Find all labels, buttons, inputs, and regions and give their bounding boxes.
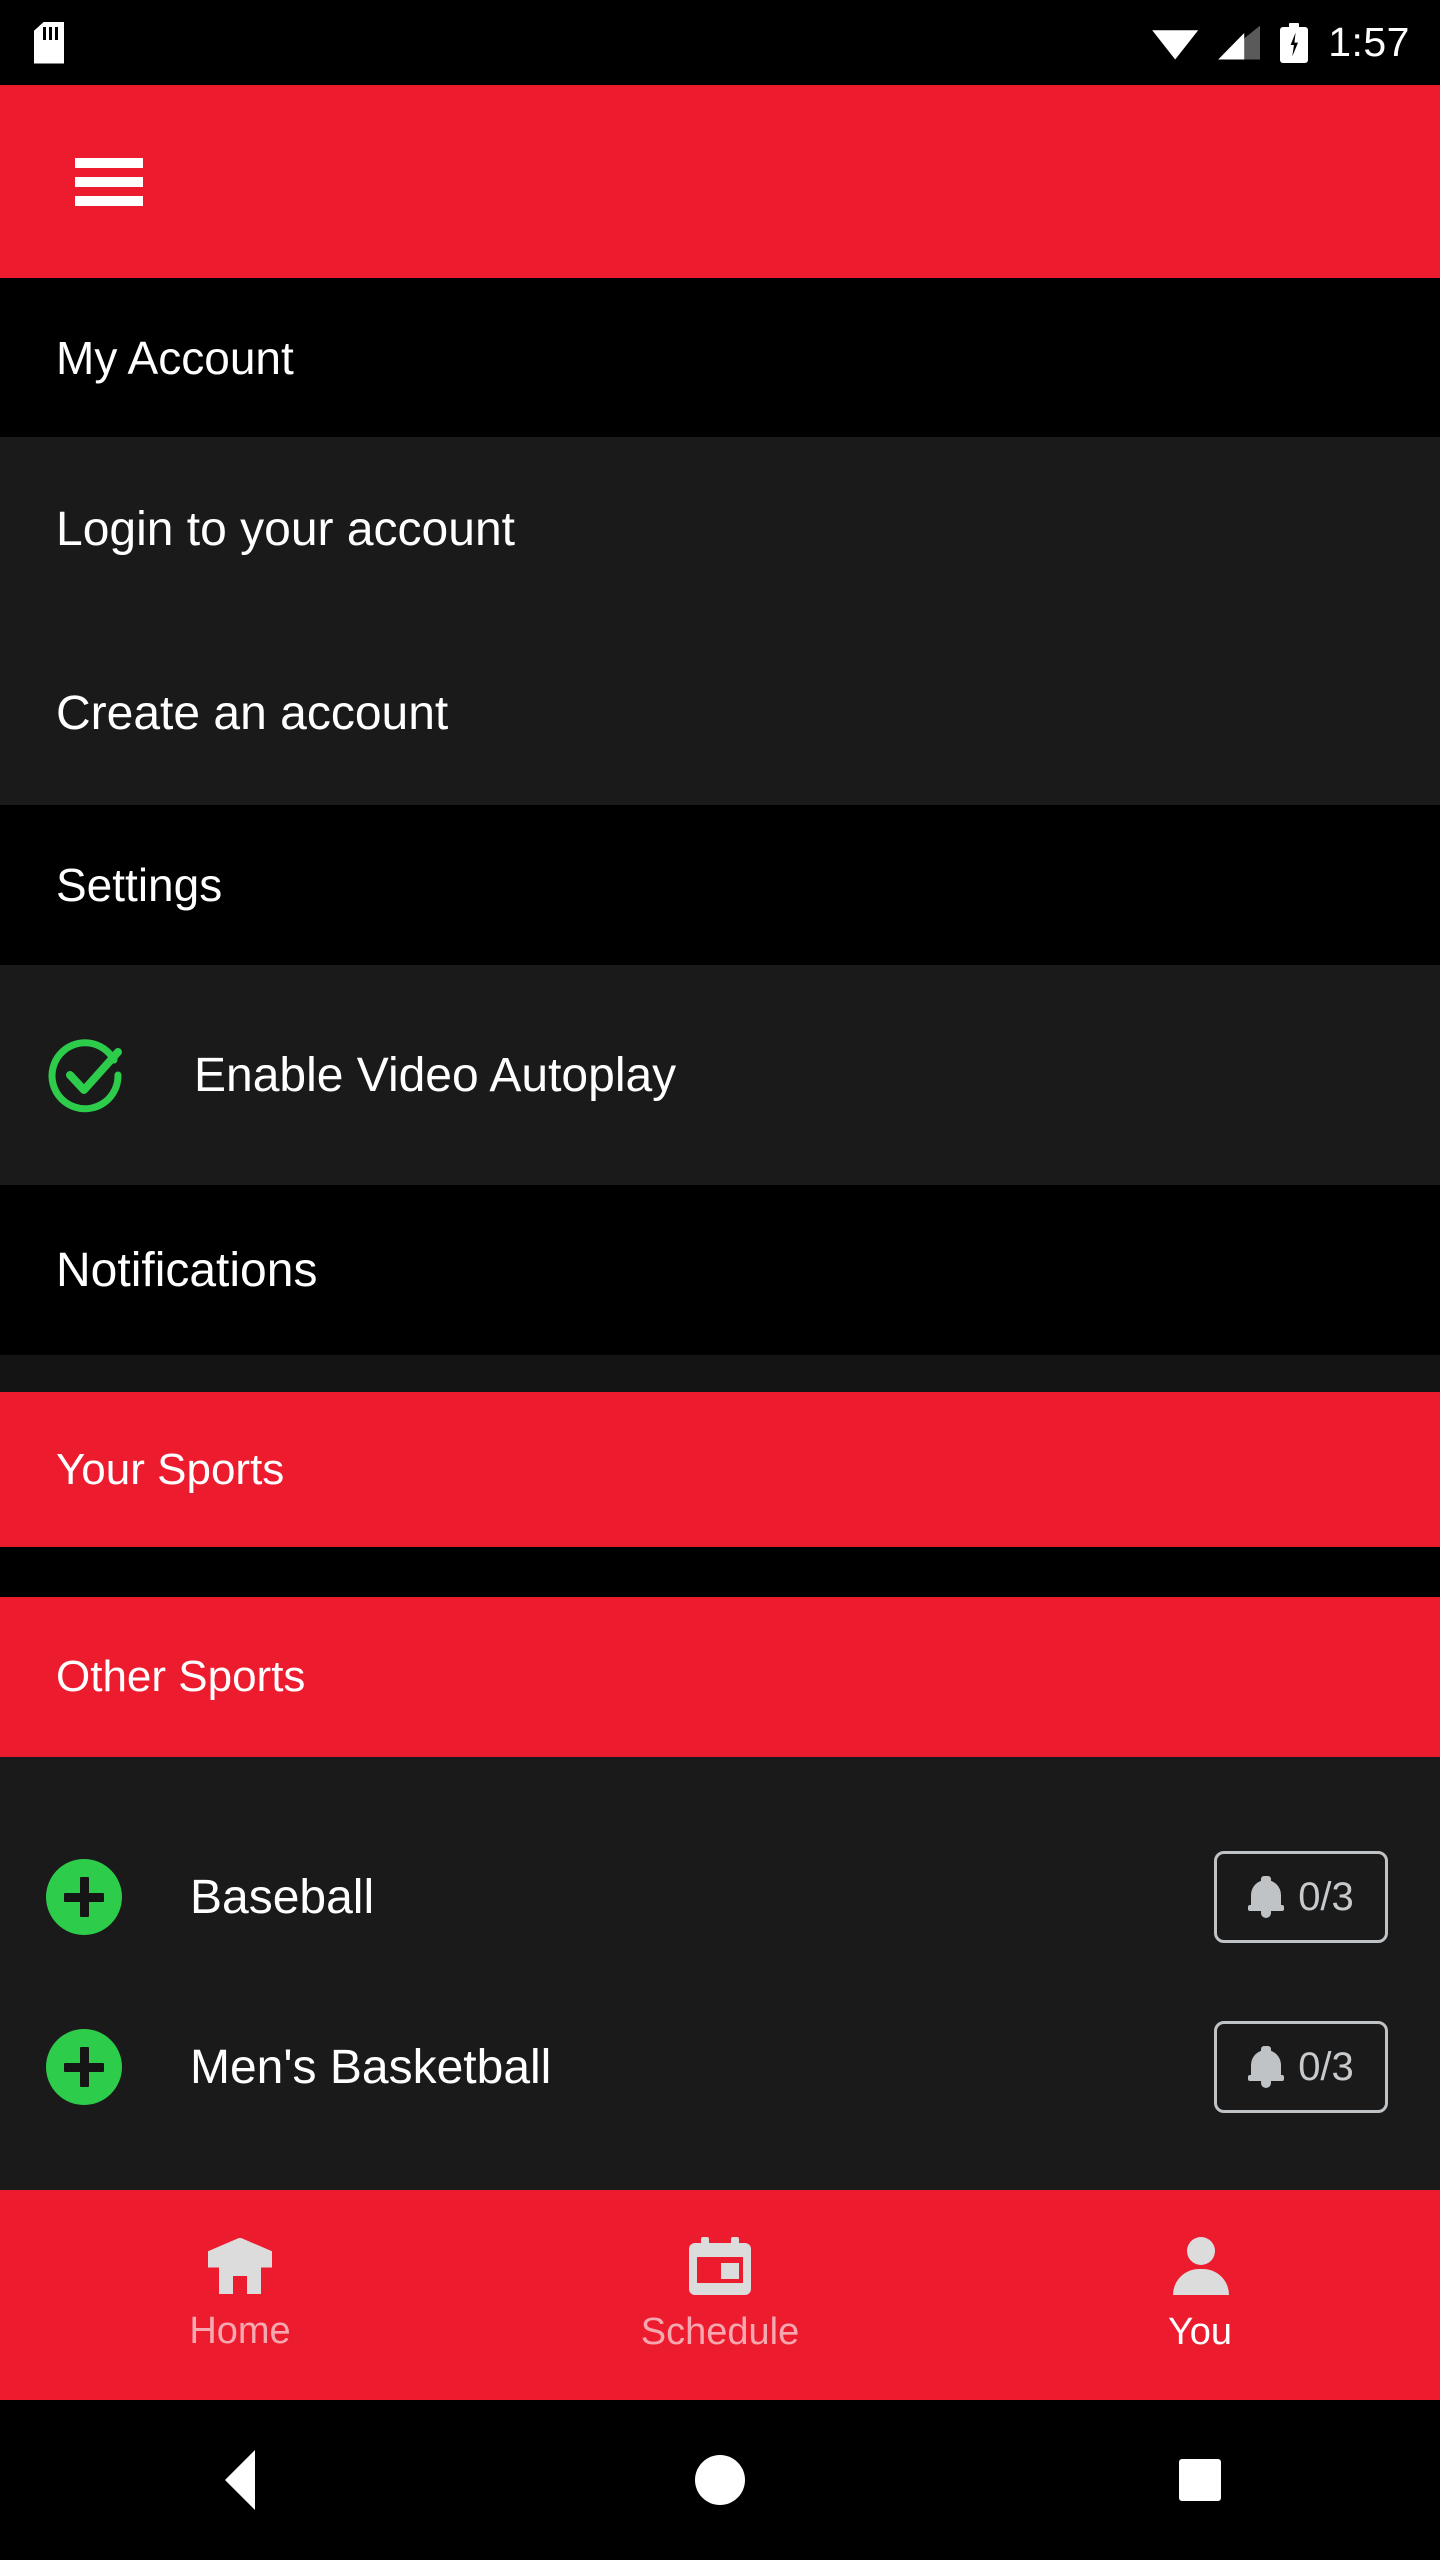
menu-item-notifications-label: Notifications	[56, 1243, 318, 1297]
bell-icon	[1248, 1876, 1285, 1918]
menu-item-enable-video-autoplay[interactable]: Enable Video Autoplay	[0, 965, 1440, 1185]
status-bar-clock: 1:57	[1328, 19, 1410, 65]
menu-item-login-label: Login to your account	[56, 502, 515, 556]
notification-count: 0/3	[1298, 2045, 1354, 2089]
wifi-icon	[1152, 26, 1198, 60]
calendar-icon	[689, 2236, 751, 2295]
menu-item-create-account[interactable]: Create an account	[0, 621, 1440, 805]
status-bar-right: 1:57	[1152, 22, 1410, 63]
menu-item-notifications[interactable]: Notifications	[0, 1185, 1440, 1355]
android-recents-button[interactable]	[960, 2400, 1440, 2560]
table-row[interactable]: Baseball 0/3	[0, 1812, 1440, 1982]
section-header-settings: Settings	[0, 805, 1440, 965]
tab-you[interactable]: You	[960, 2190, 1440, 2400]
tab-home-label: Home	[189, 2309, 291, 2352]
notification-count: 0/3	[1298, 1875, 1354, 1919]
account-items-group: Login to your account Create an account	[0, 437, 1440, 805]
android-back-button[interactable]	[0, 2400, 480, 2560]
section-header-your-sports: Your Sports	[0, 1392, 1440, 1547]
back-triangle-icon	[225, 2450, 255, 2510]
plus-circle-icon[interactable]	[46, 2029, 122, 2105]
recents-square-icon	[1179, 2459, 1221, 2501]
home-circle-icon	[695, 2455, 745, 2505]
app-bar	[0, 85, 1440, 278]
app-screen: 1:57 My Account Login to your account Cr…	[0, 0, 1440, 2560]
sport-name-label: Men's Basketball	[190, 2040, 552, 2094]
table-row-partial[interactable]	[0, 2152, 1440, 2190]
other-sports-list: Baseball 0/3 Men's Basketball 0/3	[0, 1757, 1440, 2190]
android-navigation-bar	[0, 2400, 1440, 2560]
android-home-button[interactable]	[480, 2400, 960, 2560]
home-icon	[208, 2237, 272, 2294]
list-top-spacer	[0, 1757, 1440, 1812]
tab-schedule[interactable]: Schedule	[480, 2190, 960, 2400]
table-row[interactable]: Men's Basketball 0/3	[0, 1982, 1440, 2152]
tab-schedule-label: Schedule	[640, 2310, 800, 2353]
enable-video-autoplay-label: Enable Video Autoplay	[194, 1048, 677, 1102]
menu-item-create-account-label: Create an account	[56, 686, 449, 740]
section-header-my-account: My Account	[0, 278, 1440, 437]
hamburger-menu-icon[interactable]	[75, 157, 143, 206]
divider-between-sports-headers	[0, 1547, 1440, 1597]
status-bar-left	[34, 21, 64, 64]
section-header-other-sports: Other Sports	[0, 1597, 1440, 1757]
check-circle-icon	[46, 1034, 128, 1116]
divider-above-your-sports	[0, 1355, 1440, 1392]
menu-content: My Account Login to your account Create …	[0, 278, 1440, 2190]
status-bar: 1:57	[0, 0, 1440, 85]
plus-circle-icon[interactable]	[46, 1859, 122, 1935]
tab-you-label: You	[1167, 2310, 1233, 2353]
sd-card-icon	[34, 21, 64, 64]
person-icon	[1169, 2236, 1231, 2295]
tab-home[interactable]: Home	[0, 2190, 480, 2400]
status-badge[interactable]: 0/3	[1214, 1851, 1388, 1943]
status-badge[interactable]: 0/3	[1214, 2021, 1388, 2113]
bottom-navigation-bar: Home Schedule You	[0, 2190, 1440, 2400]
menu-item-login[interactable]: Login to your account	[0, 437, 1440, 621]
battery-charging-icon	[1280, 22, 1309, 63]
sport-name-label: Baseball	[190, 1870, 375, 1924]
bell-icon	[1248, 2046, 1285, 2088]
cellular-signal-icon	[1218, 25, 1261, 60]
